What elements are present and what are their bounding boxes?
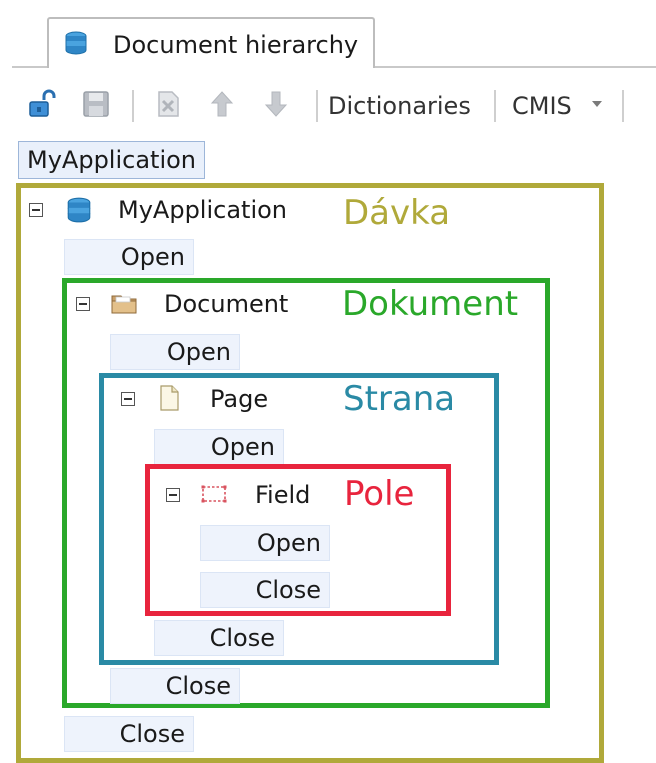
event-open[interactable]: Open	[110, 334, 240, 370]
collapse-icon[interactable]	[76, 297, 90, 311]
collapse-icon[interactable]	[166, 488, 180, 502]
event-close[interactable]: Close	[154, 620, 284, 656]
field-icon	[201, 485, 227, 503]
application-annotation: Dávka	[343, 193, 451, 233]
field-annotation: Pole	[344, 474, 415, 514]
collapse-icon[interactable]	[121, 392, 135, 406]
document-annotation: Dokument	[342, 284, 519, 324]
page-icon	[160, 385, 179, 411]
event-close[interactable]: Close	[64, 716, 194, 752]
page-annotation: Strana	[343, 379, 456, 419]
event-open[interactable]: Open	[200, 525, 330, 561]
tree-node-label: MyApplication	[118, 196, 288, 224]
tree-node-label: Document	[164, 290, 289, 318]
hierarchy-tree: Dávka MyApplication Open Dokument Docume…	[0, 0, 656, 763]
collapse-icon[interactable]	[29, 203, 43, 217]
event-close[interactable]: Close	[200, 572, 330, 608]
folder-icon	[111, 295, 137, 314]
event-close[interactable]: Close	[110, 668, 240, 704]
tree-node-label: Page	[210, 385, 269, 413]
event-open[interactable]: Open	[64, 239, 194, 275]
event-open[interactable]: Open	[154, 429, 284, 465]
stack-icon	[67, 197, 91, 223]
tree-node-label: Field	[255, 481, 311, 509]
